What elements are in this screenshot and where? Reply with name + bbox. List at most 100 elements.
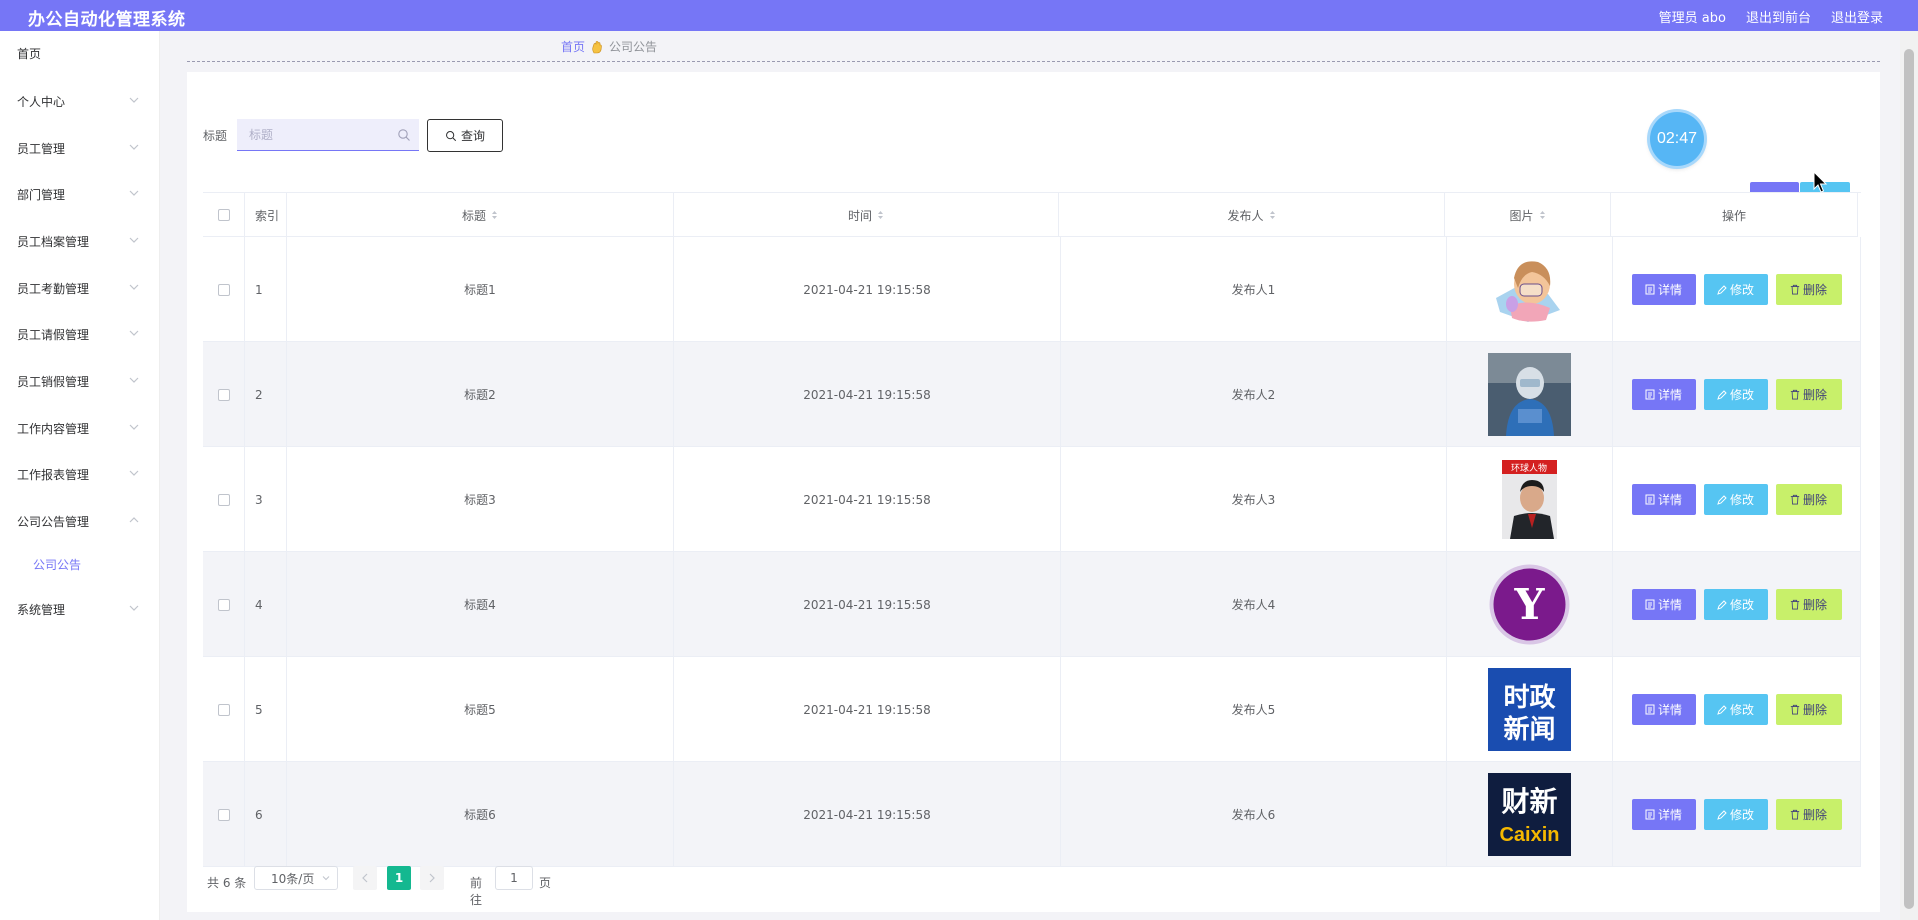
sidebar-item-home[interactable]: 首页	[0, 41, 160, 65]
page-number-1[interactable]: 1	[387, 866, 411, 890]
sidebar-subitem-announcement[interactable]: 公司公告	[0, 552, 160, 576]
search-field[interactable]	[237, 119, 419, 151]
frontend-link[interactable]: 退出到前台	[1746, 7, 1811, 26]
detail-button-label: 详情	[1657, 493, 1682, 507]
row-checkbox[interactable]	[217, 388, 230, 401]
delete-button[interactable]: 删除	[1775, 589, 1842, 620]
publisher-cell: 发布人4	[1061, 552, 1447, 657]
page-size-select[interactable]: 10条/页	[254, 866, 338, 890]
image-cell: 环球人物	[1447, 447, 1613, 552]
sort-icon[interactable]	[1269, 210, 1276, 220]
user-label[interactable]: 管理员 abo	[1659, 7, 1726, 26]
delete-button[interactable]: 删除	[1775, 379, 1842, 410]
edit-button[interactable]: 修改	[1703, 274, 1768, 305]
sort-icon[interactable]	[877, 210, 884, 220]
goto-page-input[interactable]: 1	[495, 866, 533, 890]
sidebar-item-departments[interactable]: 部门管理	[0, 182, 160, 206]
page-scrollbar[interactable]	[1900, 31, 1918, 920]
delete-button[interactable]: 删除	[1775, 274, 1842, 305]
news-logo-line1: 时政	[1503, 682, 1555, 713]
logout-link[interactable]: 退出登录	[1831, 7, 1883, 26]
scrollbar-thumb[interactable]	[1904, 49, 1914, 909]
sort-icon[interactable]	[491, 210, 498, 220]
caixin-logo-image[interactable]: 财新 Caixin	[1488, 773, 1571, 856]
column-header-image[interactable]: 图片	[1445, 193, 1611, 237]
sidebar-item-label: 员工考勤管理	[17, 281, 90, 296]
chevron-down-icon	[129, 330, 139, 336]
next-page-button[interactable]	[420, 866, 444, 890]
announcement-table: 索引 标题 时间 发布人 图片 操作 1 标题1 2021-04-21 19:1…	[203, 192, 1861, 867]
edit-button-label: 修改	[1729, 283, 1754, 297]
sort-icon[interactable]	[1539, 210, 1546, 220]
detail-button[interactable]: 详情	[1631, 274, 1696, 305]
detail-button[interactable]: 详情	[1631, 694, 1696, 725]
row-select-cell	[203, 237, 245, 342]
table-row: 6 标题6 2021-04-21 19:15:58 发布人6 财新 Caixin…	[203, 762, 1861, 867]
column-header-title[interactable]: 标题	[287, 193, 674, 237]
edit-button[interactable]: 修改	[1703, 694, 1768, 725]
row-checkbox[interactable]	[217, 598, 230, 611]
column-header-label: 时间	[847, 208, 872, 223]
row-checkbox[interactable]	[217, 703, 230, 716]
sidebar-item-employees[interactable]: 员工管理	[0, 136, 160, 160]
publisher-cell: 发布人2	[1061, 342, 1447, 447]
document-icon	[1645, 809, 1655, 820]
delete-button[interactable]: 删除	[1775, 694, 1842, 725]
select-all-checkbox[interactable]	[217, 209, 230, 221]
chevron-up-icon	[129, 517, 139, 523]
select-all-cell	[203, 193, 245, 237]
medical-worker-image[interactable]	[1488, 353, 1571, 436]
edit-button[interactable]: 修改	[1703, 799, 1768, 830]
sidebar-item-work-content[interactable]: 工作内容管理	[0, 416, 160, 440]
magazine-cover-image[interactable]: 环球人物	[1488, 458, 1571, 541]
sidebar-item-label: 员工销假管理	[17, 374, 90, 389]
column-header-publisher[interactable]: 发布人	[1059, 193, 1445, 237]
row-checkbox[interactable]	[217, 808, 230, 821]
query-button[interactable]: 查询	[427, 119, 503, 152]
row-checkbox[interactable]	[217, 283, 230, 296]
sidebar-item-attendance[interactable]: 员工考勤管理	[0, 276, 160, 300]
news-logo-image[interactable]: 时政 新闻	[1488, 668, 1571, 751]
delete-button[interactable]: 删除	[1775, 484, 1842, 515]
detail-button[interactable]: 详情	[1631, 484, 1696, 515]
index-cell: 6	[245, 762, 287, 867]
actions-cell: 详情 修改 删除	[1613, 447, 1861, 552]
row-checkbox[interactable]	[217, 493, 230, 506]
trash-icon	[1790, 284, 1800, 295]
sidebar-item-label: 员工管理	[17, 141, 66, 156]
trash-icon	[1790, 494, 1800, 505]
breadcrumb-divider	[187, 61, 1880, 62]
detail-button[interactable]: 详情	[1631, 379, 1696, 410]
delete-button-label: 删除	[1802, 493, 1827, 507]
sidebar-item-work-reports[interactable]: 工作报表管理	[0, 462, 160, 486]
column-header-label: 索引	[255, 208, 280, 223]
sidebar-item-leave[interactable]: 员工请假管理	[0, 322, 160, 346]
cartoon-girl-image[interactable]	[1488, 248, 1571, 331]
prev-page-button[interactable]	[353, 866, 377, 890]
delete-button[interactable]: 删除	[1775, 799, 1842, 830]
detail-button[interactable]: 详情	[1631, 589, 1696, 620]
time-cell: 2021-04-21 19:15:58	[674, 762, 1061, 867]
edit-button[interactable]: 修改	[1703, 484, 1768, 515]
search-input[interactable]	[249, 127, 389, 142]
sidebar-item-profile[interactable]: 个人中心	[0, 89, 160, 113]
chevron-down-icon	[129, 144, 139, 150]
pencil-icon	[1717, 599, 1727, 610]
sidebar-item-archives[interactable]: 员工档案管理	[0, 229, 160, 253]
chevron-right-icon	[429, 873, 435, 883]
sidebar-item-leave-cancel[interactable]: 员工销假管理	[0, 369, 160, 393]
detail-button[interactable]: 详情	[1631, 799, 1696, 830]
time-cell: 2021-04-21 19:15:58	[674, 342, 1061, 447]
sidebar-item-label: 公司公告管理	[17, 514, 90, 529]
document-icon	[1645, 284, 1655, 295]
breadcrumb-home[interactable]: 首页	[561, 38, 585, 55]
yahoo-logo-image[interactable]: Y	[1488, 563, 1571, 646]
sidebar-item-system[interactable]: 系统管理	[0, 597, 160, 621]
query-button-label: 查询	[460, 129, 485, 143]
sidebar-item-announcements[interactable]: 公司公告管理	[0, 509, 160, 533]
image-cell: Y	[1447, 552, 1613, 657]
column-header-time[interactable]: 时间	[674, 193, 1059, 237]
table-row: 3 标题3 2021-04-21 19:15:58 发布人3 环球人物 详情 修…	[203, 447, 1861, 552]
edit-button[interactable]: 修改	[1703, 379, 1768, 410]
edit-button[interactable]: 修改	[1703, 589, 1768, 620]
